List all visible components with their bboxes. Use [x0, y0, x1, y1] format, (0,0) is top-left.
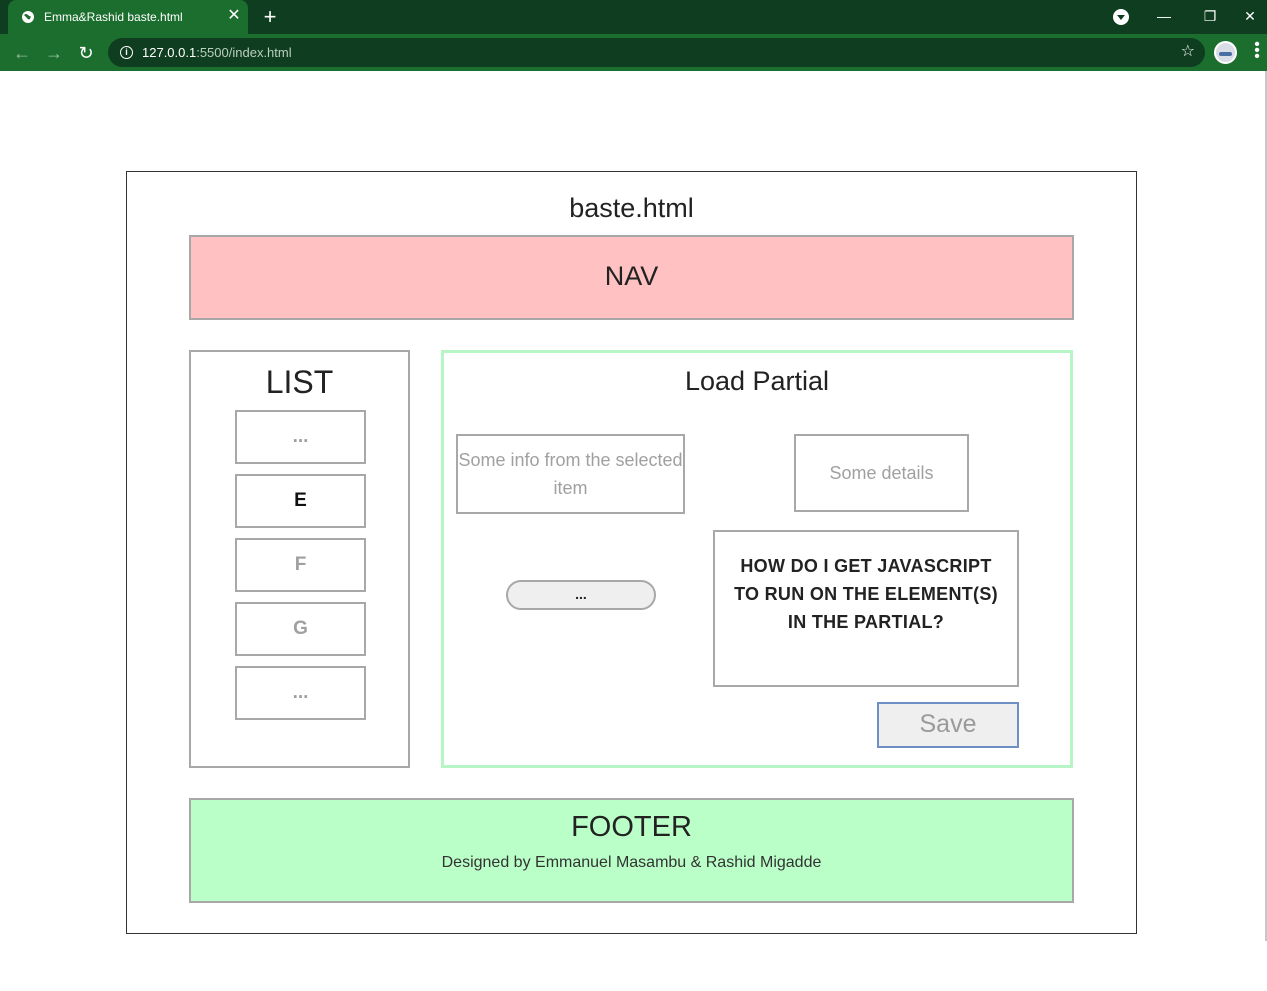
- globe-icon: [22, 11, 34, 23]
- list-item[interactable]: ...: [235, 410, 366, 464]
- site-info-icon[interactable]: i: [120, 46, 133, 59]
- page-title: baste.html: [569, 193, 694, 223]
- question-text: HOW DO I GET JAVASCRIPT TO RUN ON THE EL…: [713, 530, 1019, 687]
- footer-section: FOOTER Designed by Emmanuel Masambu & Ra…: [189, 798, 1074, 903]
- restore-button[interactable]: ❐: [1187, 0, 1233, 34]
- browser-tab[interactable]: Emma&Rashid baste.html ✕: [8, 0, 248, 34]
- forward-arrow-icon[interactable]: →: [42, 41, 66, 65]
- address-bar[interactable]: i 127.0.0.1:5500/index.html ☆: [108, 38, 1205, 67]
- selected-item-info: Some info from the selected item: [456, 434, 685, 514]
- list-panel: LIST ... E F G ...: [189, 350, 410, 768]
- list-item[interactable]: G: [235, 602, 366, 656]
- back-arrow-icon[interactable]: ←: [10, 41, 34, 65]
- browser-toolbar: ← → ↻ i 127.0.0.1:5500/index.html ☆ • • •: [0, 34, 1267, 71]
- url-text[interactable]: 127.0.0.1:5500/index.html: [142, 45, 292, 60]
- close-window-button[interactable]: ✕: [1233, 0, 1267, 34]
- save-button[interactable]: Save: [877, 702, 1019, 748]
- profile-avatar[interactable]: [1214, 41, 1237, 64]
- tab-close-icon[interactable]: ✕: [224, 6, 244, 26]
- kebab-menu-icon[interactable]: • • •: [1252, 37, 1262, 65]
- list-item[interactable]: F: [235, 538, 366, 592]
- load-partial-panel: Load Partial Some info from the selected…: [441, 350, 1073, 768]
- list-item-active[interactable]: E: [235, 474, 366, 528]
- footer-title: FOOTER: [571, 811, 692, 843]
- footer-credit: Designed by Emmanuel Masambu & Rashid Mi…: [441, 854, 822, 871]
- tab-search-icon[interactable]: [1113, 9, 1129, 25]
- partial-title: Load Partial: [684, 366, 830, 396]
- more-button[interactable]: ...: [506, 580, 656, 610]
- minimize-button[interactable]: —: [1141, 0, 1187, 34]
- list-item[interactable]: ...: [235, 666, 366, 720]
- new-tab-button[interactable]: +: [258, 5, 282, 29]
- browser-tab-bar: Emma&Rashid baste.html ✕ + — ❐ ✕: [0, 0, 1267, 34]
- reload-icon[interactable]: ↻: [74, 41, 98, 65]
- list-title: LIST: [265, 364, 334, 400]
- tab-title: Emma&Rashid baste.html: [44, 10, 183, 24]
- bookmark-star-icon[interactable]: ☆: [1181, 43, 1195, 61]
- details-box: Some details: [794, 434, 969, 512]
- nav-section: NAV: [189, 235, 1074, 320]
